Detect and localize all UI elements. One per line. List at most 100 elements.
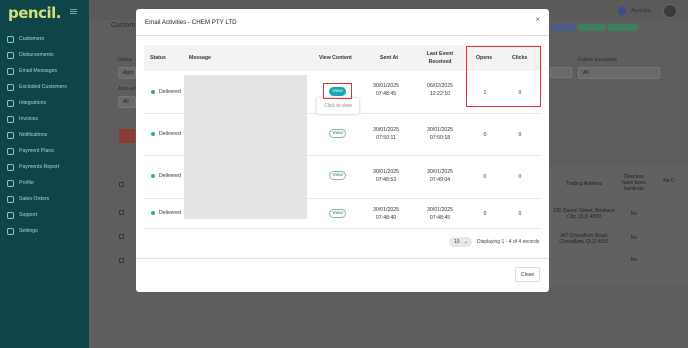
page-info: Displaying 1 - 4 of 4 records (477, 239, 540, 245)
col-status: Status (150, 55, 166, 61)
clicks-cell: 0 (518, 174, 522, 180)
status-filter-select[interactable]: Appr (118, 67, 136, 79)
col-re: Re D (663, 178, 675, 184)
directors-cell: No (630, 235, 638, 241)
directors-cell: No (630, 211, 638, 217)
sidebar-item-disbursements[interactable]: Disbursements (0, 47, 89, 63)
sidebar-item-profile[interactable]: Profile (0, 175, 89, 191)
opens-cell: 0 (483, 174, 487, 180)
report-icon (7, 163, 14, 171)
delivered-dot-icon (151, 132, 155, 136)
sidebar-item-support[interactable]: Support (0, 207, 89, 223)
avatar[interactable] (663, 4, 677, 18)
last-date: 30/01/2025 (427, 169, 453, 175)
country-label: Australia (631, 8, 651, 14)
close-icon[interactable]: × (535, 15, 540, 24)
integrations-icon (7, 99, 14, 107)
sent-time: 07:48:40 (375, 215, 397, 221)
sidebar-item-customers[interactable]: Customers (0, 31, 89, 47)
view-content-button[interactable]: View (329, 171, 346, 180)
sidebar-item-integrations[interactable]: Integrations (0, 95, 89, 111)
email-icon (7, 67, 14, 75)
sent-date: 30/01/2025 (373, 83, 399, 89)
status-cell: Delivered (151, 173, 181, 179)
status-text: Delivered (159, 210, 181, 216)
last-time: 07:48:45 (429, 215, 451, 221)
sent-time: 07:50:11 (376, 135, 396, 141)
trading-address-cell: 347 Chevallum Road, Chevallum, QLD 4555 (559, 233, 609, 245)
delivered-dot-icon (151, 174, 155, 178)
sidebar-item-payments-report[interactable]: Payments Report (0, 159, 89, 175)
sidebar-item-excluded-customers[interactable]: Excluded Customers (0, 79, 89, 95)
last-date: 30/01/2025 (427, 207, 453, 213)
sidebar-item-label: Email Messages (19, 68, 58, 74)
sidebar-item-label: Excluded Customers (19, 84, 67, 90)
trading-address-cell: 100 Queen Street, Brisbane City, QLD 400… (553, 208, 615, 220)
status-cell: Delivered (151, 131, 181, 137)
disbursements-icon (7, 51, 14, 59)
filter-select-partial[interactable] (550, 67, 572, 78)
sent-date: 30/01/2025 (373, 127, 399, 133)
clicks-cell: 0 (518, 132, 522, 138)
close-button[interactable]: Close (515, 267, 540, 282)
sidebar-item-settings[interactable]: Settings (0, 223, 89, 239)
sidebar-item-label: Profile (19, 180, 34, 186)
orders-icon (7, 195, 14, 203)
failure-filter-select[interactable]: All (578, 67, 660, 79)
header-button-1[interactable] (551, 24, 576, 31)
col-trading-address: Trading Address (565, 181, 603, 187)
sidebar-item-invoices[interactable]: Invoices (0, 111, 89, 127)
sidebar-item-label: Payments Report (19, 164, 60, 170)
app-logo: pencil. (8, 4, 61, 22)
sidebar-item-label: Payment Plans (19, 148, 54, 154)
excluded-icon (7, 83, 14, 91)
header-button-3[interactable] (608, 24, 638, 31)
status-cell: Delivered (151, 210, 181, 216)
page-size-select[interactable]: 10 ⌄ (449, 237, 472, 247)
modal-header-divider (136, 35, 549, 36)
gear-icon (7, 227, 14, 235)
view-content-button[interactable]: View (329, 129, 346, 138)
sidebar-item-notifications[interactable]: Notifications (0, 127, 89, 143)
opens-cell: 0 (483, 211, 487, 217)
sidebar: pencil. Customers Disbursements Email Me… (0, 0, 89, 348)
action-button[interactable] (119, 129, 135, 143)
invoices-icon (7, 115, 14, 123)
last-event-cell: 30/01/2025 07:48:45 (426, 206, 454, 222)
row-checkbox[interactable] (119, 258, 124, 263)
sidebar-item-email-messages[interactable]: Email Messages (0, 63, 89, 79)
last-event-cell: 06/02/2025 12:22:10 (426, 82, 454, 98)
sidebar-nav: Customers Disbursements Email Messages E… (0, 31, 89, 239)
flag-icon[interactable] (618, 7, 626, 15)
row-checkbox[interactable] (119, 234, 124, 239)
sidebar-item-sales-orders[interactable]: Sales Orders (0, 191, 89, 207)
sent-at-cell: 30/01/2025 07:50:11 (372, 126, 400, 142)
page-size-value: 10 (454, 239, 460, 245)
menu-toggle-icon[interactable] (70, 9, 77, 14)
clicks-cell: 0 (518, 211, 522, 217)
email-activities-modal: Email Activities - CHEM PTY LTD × Status… (136, 9, 549, 292)
view-content-button[interactable]: View (329, 209, 346, 218)
bell-icon (7, 131, 14, 139)
highlight-opens-clicks (466, 46, 541, 107)
sidebar-item-payment-plans[interactable]: Payment Plans (0, 143, 89, 159)
row-checkbox[interactable] (119, 182, 124, 187)
page-title: Custom (111, 22, 136, 29)
directors-cell: No (630, 257, 638, 263)
header-button-2[interactable] (578, 24, 606, 31)
view-tooltip: Click to view (317, 98, 359, 114)
status-filter-label: Status (118, 57, 133, 63)
col-directors-bankrupt: Directors have been bankrupt (622, 174, 646, 192)
row-checkbox[interactable] (119, 210, 124, 215)
message-preview-redacted (184, 75, 307, 219)
sidebar-item-label: Support (19, 212, 38, 218)
last-event-cell: 30/01/2025 07:50:18 (426, 126, 454, 142)
col-last-event: Last Event Received (426, 51, 454, 65)
pagination: 10 ⌄ Displaying 1 - 4 of 4 records (449, 237, 539, 247)
auto-filter-select[interactable]: All (118, 96, 136, 108)
delivered-dot-icon (151, 90, 155, 94)
status-text: Delivered (159, 173, 181, 179)
last-date: 30/01/2025 (427, 127, 453, 133)
sent-at-cell: 30/01/2025 07:48:45 (372, 82, 400, 98)
customers-icon (7, 35, 14, 43)
